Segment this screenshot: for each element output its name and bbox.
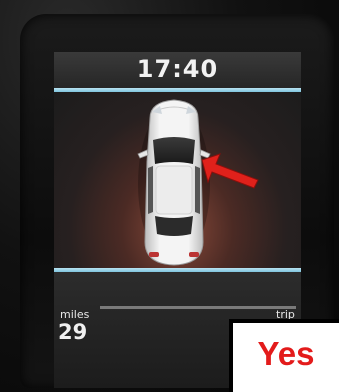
trip-separator-bar — [100, 306, 296, 309]
odometer-value: 29 — [58, 320, 88, 344]
display-header: 17:40 — [54, 52, 301, 88]
annotation-box: Yes — [229, 319, 339, 392]
vehicle-graphic — [137, 99, 259, 266]
car-top-view-icon — [137, 99, 211, 266]
annotation-yes-text: Yes — [257, 335, 315, 372]
red-arrow-icon — [201, 153, 259, 189]
clock-readout: 17:40 — [136, 55, 219, 83]
